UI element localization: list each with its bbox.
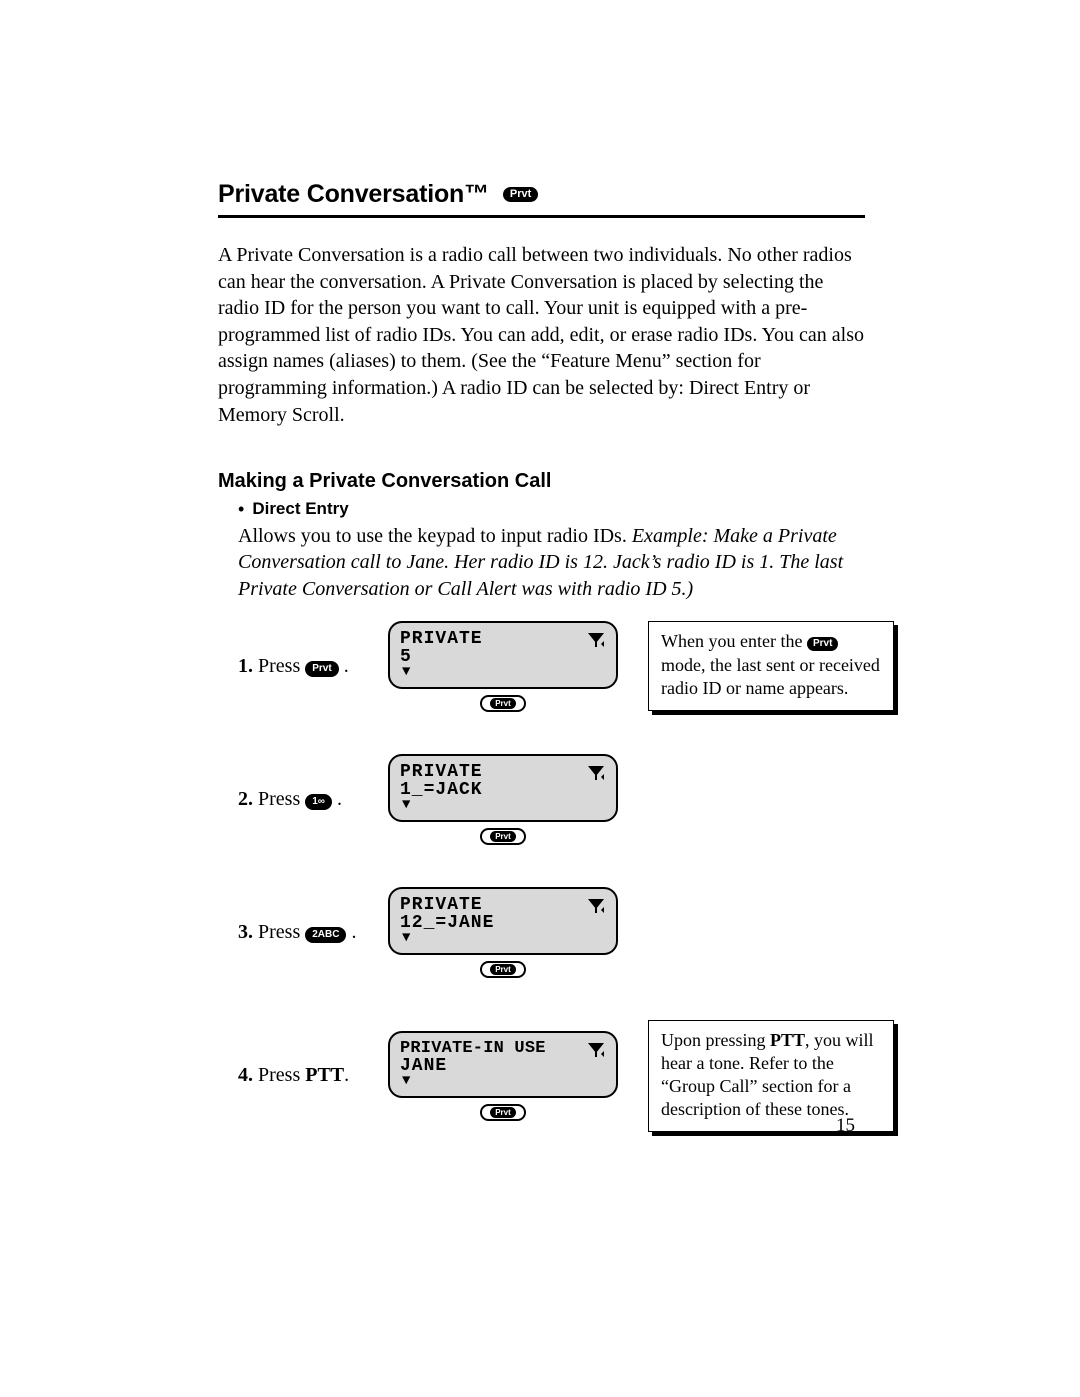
- note-text-post: mode, the last sent or received radio ID…: [661, 655, 880, 698]
- lcd-line2: 5: [400, 647, 606, 667]
- step-2-number: 2.: [238, 788, 253, 810]
- prvt-icon: Prvt: [503, 187, 538, 202]
- down-arrow-icon: ▼: [402, 798, 606, 812]
- lcd-screen: PRIVATE 1_=JACK ▼: [388, 754, 618, 822]
- bullet-body-plain: Allows you to use the keypad to input ra…: [238, 525, 632, 547]
- prvt-icon: Prvt: [807, 637, 838, 651]
- soft-button: Prvt: [480, 961, 526, 978]
- soft-button-label: Prvt: [490, 698, 516, 709]
- step-4-note: Upon pressing PTT, you will hear a tone.…: [648, 1020, 894, 1132]
- down-arrow-icon: ▼: [402, 665, 606, 679]
- step-3-display: PRIVATE 12_=JANE ▼ Prvt: [378, 887, 628, 978]
- steps-list: 1. Press Prvt . PRIVATE 5 ▼ Prvt When yo…: [218, 621, 865, 1132]
- lcd-line2: JANE: [400, 1056, 606, 1076]
- section-title: Private Conversation™: [218, 180, 489, 209]
- step-4-display: PRIVATE-IN USE JANE ▼ Prvt: [378, 1031, 628, 1121]
- soft-button-label: Prvt: [490, 1107, 516, 1118]
- page-number: 15: [836, 1115, 855, 1137]
- step-3-instruction: 3. Press 2ABC .: [238, 921, 358, 944]
- bullet-dot-icon: •: [238, 499, 244, 521]
- step-4-key: PTT: [305, 1064, 344, 1086]
- step-2-display: PRIVATE 1_=JACK ▼ Prvt: [378, 754, 628, 845]
- step-3-number: 3.: [238, 921, 253, 943]
- bullet-body: Allows you to use the keypad to input ra…: [218, 523, 865, 603]
- note-text-pre: When you enter the: [661, 631, 807, 651]
- soft-button: Prvt: [480, 1104, 526, 1121]
- step-2-verb: Press: [258, 788, 300, 810]
- step-4-verb: Press: [258, 1064, 305, 1086]
- signal-icon: [588, 899, 604, 913]
- lcd-line1: PRIVATE: [400, 629, 606, 649]
- step-4: 4. Press PTT. PRIVATE-IN USE JANE ▼ Prvt…: [238, 1020, 865, 1132]
- lcd-line2: 12_=JANE: [400, 913, 606, 933]
- lcd-line1: PRIVATE: [400, 895, 606, 915]
- note-text-pre: Upon pressing: [661, 1030, 770, 1050]
- step-1-number: 1.: [238, 655, 253, 677]
- lcd-screen: PRIVATE 12_=JANE ▼: [388, 887, 618, 955]
- step-1-display: PRIVATE 5 ▼ Prvt: [378, 621, 628, 712]
- lcd-screen: PRIVATE-IN USE JANE ▼: [388, 1031, 618, 1098]
- step-3-verb: Press: [258, 921, 300, 943]
- signal-icon: [588, 766, 604, 780]
- key-2-icon: 2ABC: [305, 927, 346, 943]
- signal-icon: [588, 633, 604, 647]
- step-1-note: When you enter the Prvt mode, the last s…: [648, 621, 894, 710]
- step-3: 3. Press 2ABC . PRIVATE 12_=JANE ▼ Prvt: [238, 887, 865, 978]
- intro-paragraph: A Private Conversation is a radio call b…: [218, 242, 865, 428]
- lcd-line1: PRIVATE: [400, 762, 606, 782]
- soft-button-label: Prvt: [490, 831, 516, 842]
- step-2-instruction: 2. Press 1∞ .: [238, 788, 358, 811]
- prvt-key-icon: Prvt: [305, 661, 338, 677]
- step-4-number: 4.: [238, 1064, 253, 1086]
- down-arrow-icon: ▼: [402, 1074, 606, 1088]
- subheading: Making a Private Conversation Call: [218, 470, 865, 493]
- manual-page: Private Conversation™ Prvt A Private Con…: [0, 0, 1080, 1397]
- section-header: Private Conversation™ Prvt: [218, 180, 865, 218]
- down-arrow-icon: ▼: [402, 931, 606, 945]
- key-1-icon: 1∞: [305, 794, 332, 810]
- step-1: 1. Press Prvt . PRIVATE 5 ▼ Prvt When yo…: [238, 621, 865, 712]
- bullet-label: Direct Entry: [252, 499, 348, 521]
- soft-button-label: Prvt: [490, 964, 516, 975]
- step-4-instruction: 4. Press PTT.: [238, 1064, 358, 1087]
- step-1-verb: Press: [258, 655, 300, 677]
- lcd-screen: PRIVATE 5 ▼: [388, 621, 618, 689]
- soft-button: Prvt: [480, 695, 526, 712]
- note-text-bold: PTT: [770, 1030, 805, 1050]
- bullet-direct-entry: • Direct Entry: [218, 499, 865, 521]
- lcd-line2: 1_=JACK: [400, 780, 606, 800]
- step-2: 2. Press 1∞ . PRIVATE 1_=JACK ▼ Prvt: [238, 754, 865, 845]
- step-1-instruction: 1. Press Prvt .: [238, 655, 358, 678]
- soft-button: Prvt: [480, 828, 526, 845]
- signal-icon: [588, 1043, 604, 1057]
